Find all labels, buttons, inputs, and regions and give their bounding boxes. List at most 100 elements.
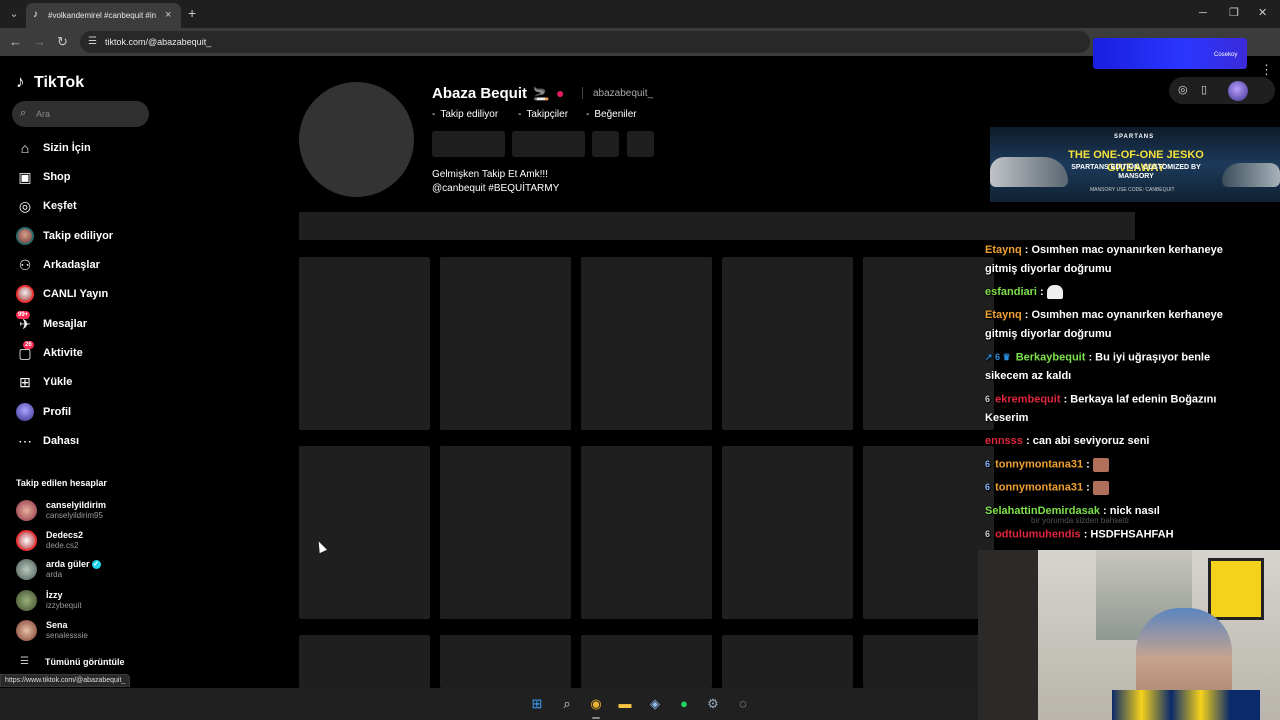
followed-account[interactable]: İzzy izzybequit <box>16 588 156 614</box>
nav-messages[interactable]: ✈ 99+ Mesajlar <box>16 311 166 336</box>
address-bar[interactable]: ☰ tiktok.com/@abazabequit_ <box>80 31 1090 53</box>
video-tile[interactable] <box>299 257 430 430</box>
search-box[interactable]: ⌕ <box>12 101 149 127</box>
app-icon[interactable]: ◌ <box>735 696 751 712</box>
followed-account[interactable]: Sena senalesssie <box>16 618 156 644</box>
video-tile[interactable] <box>722 635 853 688</box>
profile-name: Abaza Bequit <box>432 85 528 102</box>
chat-text: : <box>1040 286 1044 298</box>
streamer-shirt <box>1112 690 1260 720</box>
account-handle: senalesssie <box>46 631 88 640</box>
nav-shop[interactable]: ▣ Shop <box>16 167 166 189</box>
user-avatar[interactable] <box>1228 81 1248 101</box>
account-name: Dedecs2 <box>46 530 84 540</box>
nav-activity[interactable]: ▢ 26 Aktivite <box>16 341 166 365</box>
nav-for-you[interactable]: ⌂ Sizin İçin <box>16 138 166 160</box>
screen: ⌄ ♪ #volkandemirel #canbequit #in × + ─ … <box>0 0 1280 720</box>
nav-label: CANLI Yayın <box>43 288 109 300</box>
reload-icon[interactable]: ↻ <box>57 34 68 50</box>
chat-username: tonnymontana31 <box>995 458 1084 471</box>
video-tile[interactable] <box>863 257 994 430</box>
nav-explore[interactable]: ◎ Keşfet <box>16 196 166 218</box>
followed-account[interactable]: arda güler ✓ arda <box>16 557 156 583</box>
site-info-icon[interactable]: ☰ <box>88 36 97 48</box>
followed-account[interactable]: canselyildirim canselyildirim95 <box>16 498 156 524</box>
settings-icon[interactable]: ⚙ <box>705 696 721 712</box>
account-name: İzzy <box>46 590 63 600</box>
video-tile[interactable] <box>299 635 430 688</box>
video-tile[interactable] <box>863 635 994 688</box>
forward-icon[interactable]: → <box>33 34 46 50</box>
stat-followers[interactable]: - Takipçiler <box>518 108 568 121</box>
chrome-icon[interactable]: ◉ <box>588 696 604 712</box>
active-indicator <box>592 717 600 719</box>
follow-button-placeholder[interactable] <box>432 131 505 157</box>
search-icon[interactable]: ⌕ <box>559 696 575 712</box>
logo-text: TikTok <box>34 74 85 91</box>
browser-tab[interactable]: ♪ #volkandemirel #canbequit #in × <box>26 3 181 28</box>
video-tile[interactable] <box>581 446 712 619</box>
profile-bio: Gelmişken Takip Et Amk!!! @canbequit #BE… <box>432 168 559 196</box>
video-tile[interactable] <box>440 446 571 619</box>
tab-close-icon[interactable]: × <box>165 8 171 22</box>
tiktok-favicon-icon: ♪ <box>33 9 38 20</box>
back-icon[interactable]: ← <box>9 34 22 50</box>
steam-icon[interactable]: ◈ <box>647 696 663 712</box>
restore-icon[interactable]: ❐ <box>1229 6 1239 20</box>
video-tile[interactable] <box>722 257 853 430</box>
activity-badge: 26 <box>23 341 34 349</box>
stat-label: Takip ediliyor <box>440 109 499 120</box>
ad-footer: MANSORY USE CODE: CANBEQUIT <box>1090 187 1175 193</box>
new-tab-icon[interactable]: + <box>188 5 196 21</box>
friends-icon: ⚇ <box>18 257 32 273</box>
video-tile[interactable] <box>581 635 712 688</box>
chat-message: 6 odtulumuhendis : HSDFHSAHFAH <box>985 525 1247 544</box>
stat-value: - <box>432 109 436 120</box>
file-explorer-icon[interactable]: ▬ <box>617 696 633 712</box>
search-icon: ⌕ <box>20 107 27 119</box>
video-tile[interactable] <box>299 446 430 619</box>
profile-tabs-placeholder <box>299 212 1135 240</box>
nav-more[interactable]: ⋯ Dahası <box>16 431 166 453</box>
tiktok-logo[interactable]: ♪ TikTok <box>16 72 88 94</box>
profile-avatar[interactable] <box>299 82 414 197</box>
followed-account[interactable]: Dedecs2 dede.cs2 <box>16 528 156 554</box>
account-name: canselyildirim <box>46 500 107 510</box>
video-tile[interactable] <box>863 446 994 619</box>
message-button-placeholder[interactable] <box>512 131 585 157</box>
video-tile[interactable] <box>440 635 571 688</box>
nav-following[interactable]: Takip ediliyor <box>16 226 166 248</box>
webcam-feed <box>978 550 1280 720</box>
compass-icon: ◎ <box>18 198 32 214</box>
action-button-placeholder[interactable] <box>592 131 619 157</box>
windows-start-icon[interactable]: ⊞ <box>529 696 545 712</box>
avatar <box>16 500 37 521</box>
search-input[interactable] <box>36 107 136 121</box>
chat-message: esfandiari : <box>985 283 1247 302</box>
tab-search-icon[interactable]: ⌄ <box>6 6 22 22</box>
chat-message: Etaynq : Osımhen mac oynanırken kerhaney… <box>985 241 1247 279</box>
stat-likes[interactable]: - Beğeniler <box>586 108 637 121</box>
minimize-icon[interactable]: ─ <box>1199 6 1207 20</box>
video-tile[interactable] <box>581 257 712 430</box>
stream-overlay-text: Cosekoy <box>1214 52 1238 58</box>
live-icon <box>16 285 34 303</box>
nav-upload[interactable]: ⊞ Yükle <box>16 372 166 394</box>
chat-badges: 6 <box>985 482 991 492</box>
video-tile[interactable] <box>722 446 853 619</box>
close-window-icon[interactable]: ✕ <box>1258 6 1267 20</box>
coin-icon[interactable]: ◎ <box>1178 83 1188 97</box>
see-all-button[interactable]: ☰ Tümünü görüntüle <box>20 655 140 669</box>
nav-friends[interactable]: ⚇ Arkadaşlar <box>16 255 166 277</box>
nav-profile[interactable]: Profil <box>16 402 166 424</box>
stat-following[interactable]: - Takip ediliyor <box>432 108 498 121</box>
chat-badges: 6 <box>985 459 991 469</box>
browser-menu-icon[interactable]: ⋮ <box>1260 63 1273 77</box>
spotify-icon[interactable]: ● <box>676 696 692 712</box>
chat-badges: 6 <box>985 529 991 539</box>
stat-value: - <box>586 109 590 120</box>
nav-live[interactable]: CANLI Yayın <box>16 284 166 306</box>
more-button-placeholder[interactable] <box>627 131 654 157</box>
video-tile[interactable] <box>440 257 571 430</box>
phone-icon[interactable]: ▯ <box>1201 83 1207 97</box>
